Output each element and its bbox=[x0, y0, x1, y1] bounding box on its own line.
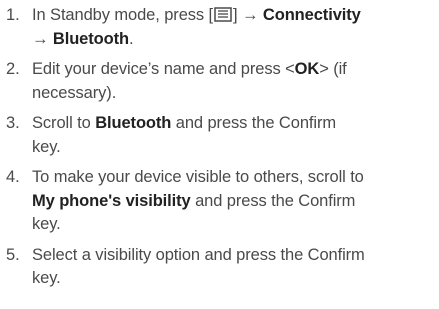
menu-path-bluetooth: Bluetooth bbox=[52, 29, 129, 48]
step-4: 4. To make your device visible to others… bbox=[6, 166, 433, 237]
step-number: 5. bbox=[6, 245, 20, 264]
steps-list: 1. In Standby mode, press [] → Connectiv… bbox=[6, 4, 433, 291]
option-bluetooth: Bluetooth bbox=[95, 114, 172, 132]
step-5: 5. Select a visibility option and press … bbox=[6, 244, 433, 291]
step-number: 1. bbox=[6, 6, 20, 24]
menu-path-connectivity: Connectivity bbox=[262, 6, 361, 24]
step-number: 3. bbox=[6, 114, 20, 132]
instructions-document: 1. In Standby mode, press [] → Connectiv… bbox=[0, 0, 439, 309]
menu-key-icon bbox=[214, 7, 232, 22]
step-text: Edit your device’s name and press <OK> (… bbox=[32, 60, 347, 102]
option-visibility: My phone's visibility bbox=[32, 191, 191, 210]
step-text: To make your device visible to others, s… bbox=[32, 168, 364, 233]
step-3: 3. Scroll to Bluetooth and press the Con… bbox=[6, 112, 433, 159]
step-1: 1. In Standby mode, press [] → Connectiv… bbox=[6, 4, 433, 51]
step-number: 2. bbox=[6, 60, 20, 78]
step-2: 2. Edit your device’s name and press <OK… bbox=[6, 58, 433, 105]
step-text: Scroll to Bluetooth and press the Confir… bbox=[32, 114, 336, 156]
step-text: Select a visibility option and press the… bbox=[32, 245, 365, 288]
step-text: In Standby mode, press [] → Connectivity… bbox=[32, 6, 361, 48]
step-number: 4. bbox=[6, 168, 20, 186]
softkey-ok: OK bbox=[294, 60, 320, 78]
